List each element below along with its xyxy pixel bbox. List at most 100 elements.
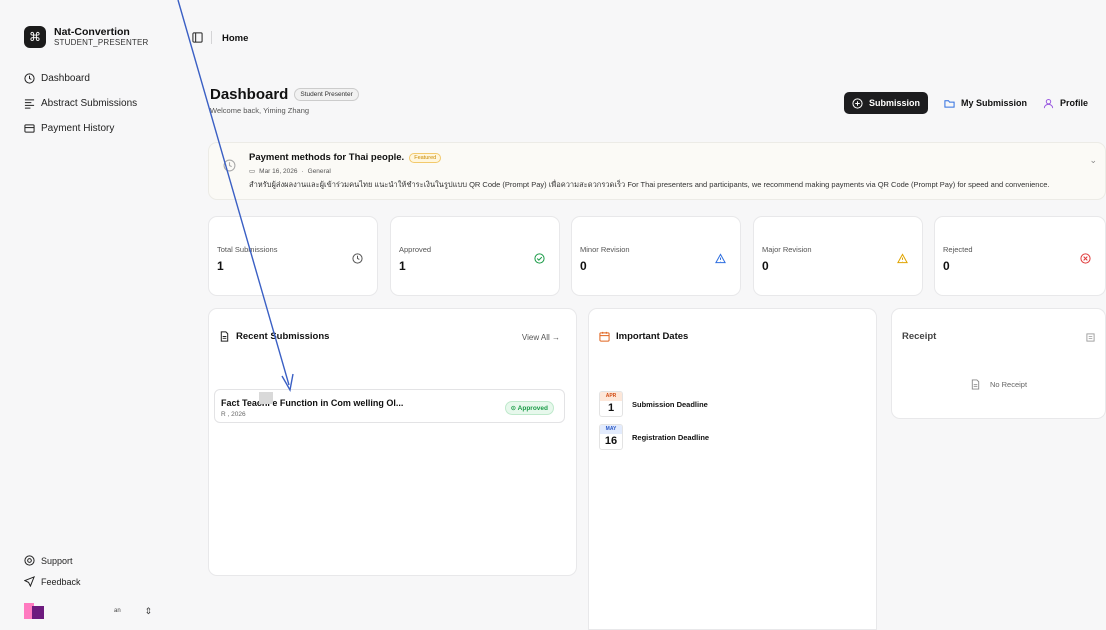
user-name: an: [114, 608, 121, 614]
status-badge-approved: ⊙ Approved: [504, 401, 554, 415]
main-content: Dashboard Student Presenter Welcome back…: [176, 62, 1106, 630]
card-title: Important Dates: [616, 331, 689, 342]
page-title: Dashboard: [210, 86, 289, 103]
announcement-card[interactable]: Payment methods for Thai people. Feature…: [208, 142, 1106, 200]
recent-submissions-card: Recent Submissions View All → Fact Teach…: [208, 308, 577, 576]
brand-role: STUDENT_PRESENTER: [54, 37, 149, 47]
stat-card-rejected: Rejected 0: [934, 216, 1106, 296]
stat-value: 0: [762, 259, 769, 273]
sidebar-toggle-icon[interactable]: [192, 32, 203, 43]
command-icon: ⌘: [24, 26, 46, 48]
user-icon: [1043, 98, 1054, 108]
important-dates-card: Important Dates APR 1 Submission Deadlin…: [588, 308, 877, 630]
sidebar-item-support[interactable]: Support: [24, 550, 81, 571]
divider: [211, 31, 212, 44]
redaction: [259, 392, 273, 404]
breadcrumb[interactable]: Home: [222, 33, 248, 44]
card-title: Recent Submissions: [236, 331, 330, 342]
announcement-date: Mar 16, 2026: [259, 167, 298, 175]
my-submission-button[interactable]: My Submission: [944, 98, 1027, 109]
date-item-registration-deadline: MAY 16 Registration Deadline: [599, 424, 709, 450]
topbar: Home: [176, 12, 1106, 62]
chevron-up-down-icon: ⇕: [144, 605, 152, 616]
calendar-icon: ▭: [249, 168, 256, 175]
stat-card-major-revision: Major Revision 0: [753, 216, 923, 296]
submission-title: Fact Teachi e Function in Com welling Ol…: [221, 398, 404, 408]
sidebar-item-payment-history[interactable]: Payment History: [24, 116, 137, 141]
featured-badge: Featured: [409, 152, 442, 163]
date-label: Registration Deadline: [632, 432, 710, 442]
announcement-meta: ▭ Mar 16, 2026 · General: [249, 167, 331, 176]
document-icon: [220, 331, 229, 342]
stat-label: Major Revision: [762, 245, 812, 254]
welcome-text: Welcome back, Yiming Zhang: [210, 106, 310, 115]
warning-icon: [897, 253, 908, 264]
stat-value: 1: [399, 259, 406, 273]
no-receipt-label: No Receipt: [989, 380, 1028, 389]
announcement-text: สำหรับผู้ส่งผลงานและผู้เข้าร่วมคนไทย แนะ…: [249, 180, 1050, 189]
calendar-month: MAY: [600, 425, 622, 434]
chevron-down-icon[interactable]: ⌄: [1089, 155, 1097, 166]
x-circle-icon: [1080, 253, 1091, 264]
role-badge: Student Presenter: [294, 88, 359, 101]
user-menu[interactable]: an ⇕: [24, 601, 152, 621]
clock-icon: [24, 73, 35, 84]
warning-icon: [715, 253, 726, 264]
submission-row[interactable]: Fact Teachi e Function in Com welling Ol…: [214, 389, 565, 423]
no-receipt-message: No Receipt: [892, 379, 1105, 390]
announcement-category: General: [307, 167, 331, 175]
check-circle-icon: [534, 253, 545, 264]
calendar-day: 16: [604, 435, 618, 447]
status-label: Approved: [517, 405, 548, 412]
brand-name: Nat-Convertion: [54, 25, 130, 38]
sidebar-item-dashboard[interactable]: Dashboard: [24, 66, 137, 91]
announcement-title-row: Payment methods for Thai people. Feature…: [249, 152, 442, 163]
page-header: Dashboard Student Presenter Welcome back…: [210, 86, 359, 115]
clock-icon: [352, 253, 363, 264]
send-icon: [24, 576, 35, 587]
folder-icon: [944, 99, 955, 108]
sidebar-item-label: Feedback: [41, 576, 81, 587]
profile-button[interactable]: Profile: [1043, 98, 1088, 109]
card-title-row: Recent Submissions: [219, 331, 329, 342]
avatar: [24, 603, 44, 619]
plus-circle-icon: [852, 97, 863, 109]
card-title-row: Important Dates: [599, 331, 688, 342]
sidebar-item-label: Payment History: [41, 123, 115, 134]
sidebar-item-abstract-submissions[interactable]: Abstract Submissions: [24, 91, 137, 116]
new-submission-button[interactable]: Submission: [843, 92, 928, 114]
calendar-badge: MAY 16: [599, 424, 623, 450]
list-icon: [24, 99, 35, 109]
header-actions: Submission My Submission Profile: [843, 92, 1088, 114]
stat-label: Minor Revision: [580, 245, 630, 254]
stat-value: 0: [943, 259, 950, 273]
sidebar: ⌘ Nat-Convertion STUDENT_PRESENTER Dashb…: [0, 0, 176, 630]
separator-dot: ·: [301, 167, 304, 175]
stat-card-total: Total Submissions 1: [208, 216, 378, 296]
sidebar-footer: Support Feedback: [24, 550, 81, 592]
calendar-icon: [599, 331, 610, 342]
calendar-badge: APR 1: [599, 391, 623, 417]
date-item-submission-deadline: APR 1 Submission Deadline: [599, 391, 708, 417]
sidebar-item-label: Support: [41, 555, 73, 566]
sidebar-nav: Dashboard Abstract Submissions Payment H…: [24, 66, 137, 141]
stat-card-minor-revision: Minor Revision 0: [571, 216, 741, 296]
stat-label: Rejected: [943, 245, 973, 254]
card-title: Receipt: [902, 331, 937, 342]
submission-date: R , 2026: [221, 411, 246, 418]
lifebuoy-icon: [24, 555, 35, 566]
clock-icon: [223, 159, 236, 172]
receipt-card: Receipt No Receipt: [891, 308, 1106, 419]
button-label: Profile: [1059, 98, 1088, 108]
stat-card-approved: Approved 1: [390, 216, 560, 296]
sidebar-item-feedback[interactable]: Feedback: [24, 571, 81, 592]
sidebar-item-label: Dashboard: [41, 73, 90, 84]
stat-label: Total Submissions: [217, 245, 278, 254]
receipt-icon: [1086, 333, 1095, 342]
brand[interactable]: ⌘ Nat-Convertion STUDENT_PRESENTER: [24, 26, 149, 48]
stat-value: 1: [217, 259, 224, 273]
stat-label: Approved: [399, 245, 432, 254]
document-icon: [971, 379, 980, 390]
view-all-link[interactable]: View All →: [522, 333, 560, 342]
calendar-day: 1: [607, 402, 615, 414]
